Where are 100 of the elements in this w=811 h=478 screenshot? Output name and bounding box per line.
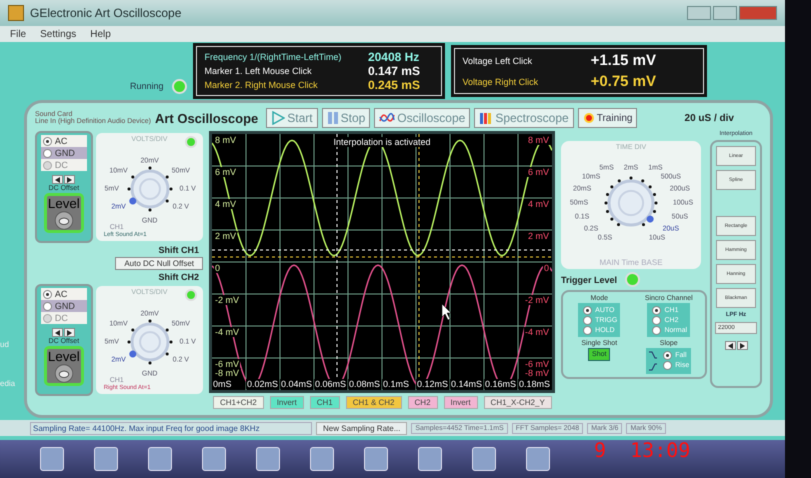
axis-label: 0mS [213,379,232,389]
menu-item[interactable]: Help [90,28,111,40]
axis-label: -4 mV [524,327,549,337]
desktop-icon[interactable] [310,447,334,471]
arrow-button[interactable] [52,175,64,184]
mouse-pointer-icon [442,304,452,320]
menu-item[interactable]: File [10,28,26,40]
arrow-button[interactable] [52,328,64,337]
shift-label: Shift CH2 [158,272,200,282]
desktop-icon[interactable] [148,447,172,471]
axis-label: 8 mV [528,135,549,145]
triangle-left-icon [55,176,60,182]
minimize-button[interactable] [687,6,711,20]
status-message: Sampling Rate= 44100Hz. Max input Freq for good image 8KHz [30,422,312,434]
axis-label: 0.12mS [417,379,448,389]
sampling-rate-button[interactable]: New Sampling Rate... [316,422,408,434]
menu-item[interactable]: Settings [40,28,76,40]
desktop-icon[interactable] [472,447,496,471]
axis-label: 0.1mS [383,379,410,389]
shift-label: Shift CH1 [158,245,200,255]
readout-label: Marker 1. Left Mouse Click [204,66,313,76]
radio-button[interactable] [652,316,662,324]
triangle-left-icon [55,330,60,336]
knob-drawing [126,165,174,213]
axis-label: 0 [544,263,549,273]
radio-button[interactable] [583,306,592,314]
desktop-icon[interactable] [526,447,550,471]
axis-label: -6 mV [524,359,549,369]
readout-value: +1.15 mV [590,52,658,69]
record-icon [582,112,595,124]
axis-label: 4 mV [528,199,549,209]
radio-button[interactable] [42,302,52,310]
desktop-icon[interactable] [202,447,226,471]
level-knob[interactable]: Level [44,193,84,233]
desktop-icon[interactable] [418,447,442,471]
axis-label: 2 mV [215,231,236,241]
arrow-button[interactable] [64,175,76,184]
triangle-right-icon [67,176,72,182]
radio-button[interactable] [583,316,592,324]
view-button[interactable]: CH2 [408,396,438,409]
radio-label: AC [54,136,68,146]
radio-button[interactable] [652,326,662,334]
radio-label: AC [54,289,68,299]
desktop-label: ud [0,340,10,349]
axis-label: 0.14mS [451,379,482,389]
view-button[interactable]: CH1 & CH2 [346,396,402,409]
arrow-button[interactable] [64,328,76,337]
view-button[interactable]: Invert [270,396,304,409]
desktop-icon[interactable] [256,447,280,471]
view-button[interactable]: CH1 [310,396,340,409]
triangle-right-icon [67,330,72,336]
readout-value: 20408 Hz [368,50,420,64]
window-title: GElectronic Art Oscilloscope [30,6,182,20]
trigger-label: Trigger Level [561,274,618,284]
axis-label: 6 mV [528,167,549,177]
desktop-label: edia [0,379,16,388]
radio-button[interactable] [42,148,52,158]
app-name: Art Oscilloscope [154,110,258,126]
toolbar-button[interactable]: Training [578,108,638,128]
axis-label: 6 mV [215,167,236,177]
readout-value: +0.75 mV [590,73,658,90]
view-button[interactable]: Invert [444,396,478,409]
readout-value: 0.147 mS [368,64,421,78]
axis-label: 0 [215,263,220,273]
radio-button[interactable] [42,290,52,298]
axis-label: -4 mV [215,327,240,337]
arrow-button[interactable] [724,341,736,350]
desktop-icon[interactable] [40,447,64,471]
maximize-button[interactable] [713,6,737,20]
auto-offset-button[interactable]: Auto DC Null Offset [115,257,203,270]
radio-button[interactable] [42,136,52,146]
radio-button[interactable] [652,306,662,314]
axis-label: 4 mV [215,199,236,209]
knob-drawing [126,318,174,366]
desktop-icon[interactable] [364,447,388,471]
falling-edge-icon [648,350,658,360]
triangle-right-icon [740,342,744,348]
radio-button[interactable] [663,350,672,360]
status-note: Interpolation is activated [333,137,431,147]
dial-caption: MAIN Time BASE [598,258,664,267]
app-icon [8,5,24,21]
axis-label: 0.02mS [247,379,278,389]
time-per-division: 20 uS / div [684,112,734,124]
axis-label: 0.04mS [281,379,312,389]
radio-button[interactable] [583,326,592,334]
play-icon [271,111,286,125]
desktop-icon[interactable] [94,447,118,471]
view-button[interactable]: CH1_X-CH2_Y [484,396,552,409]
readout-label: Marker 2. Right Mouse Click [204,80,319,90]
axis-label: 0.16mS [485,379,516,389]
radio-button[interactable] [663,360,672,370]
radio-label: DC [54,160,68,170]
arrow-button[interactable] [736,341,748,350]
pause-icon [326,111,339,125]
rising-edge-icon [648,362,658,372]
axis-label: -8 mV [524,368,549,378]
level-knob[interactable]: Level [44,346,84,386]
timestamp-text: 9 13:09 [594,439,690,461]
axis-label: -2 mV [524,295,549,305]
view-button[interactable]: CH1+CH2 [213,396,264,409]
